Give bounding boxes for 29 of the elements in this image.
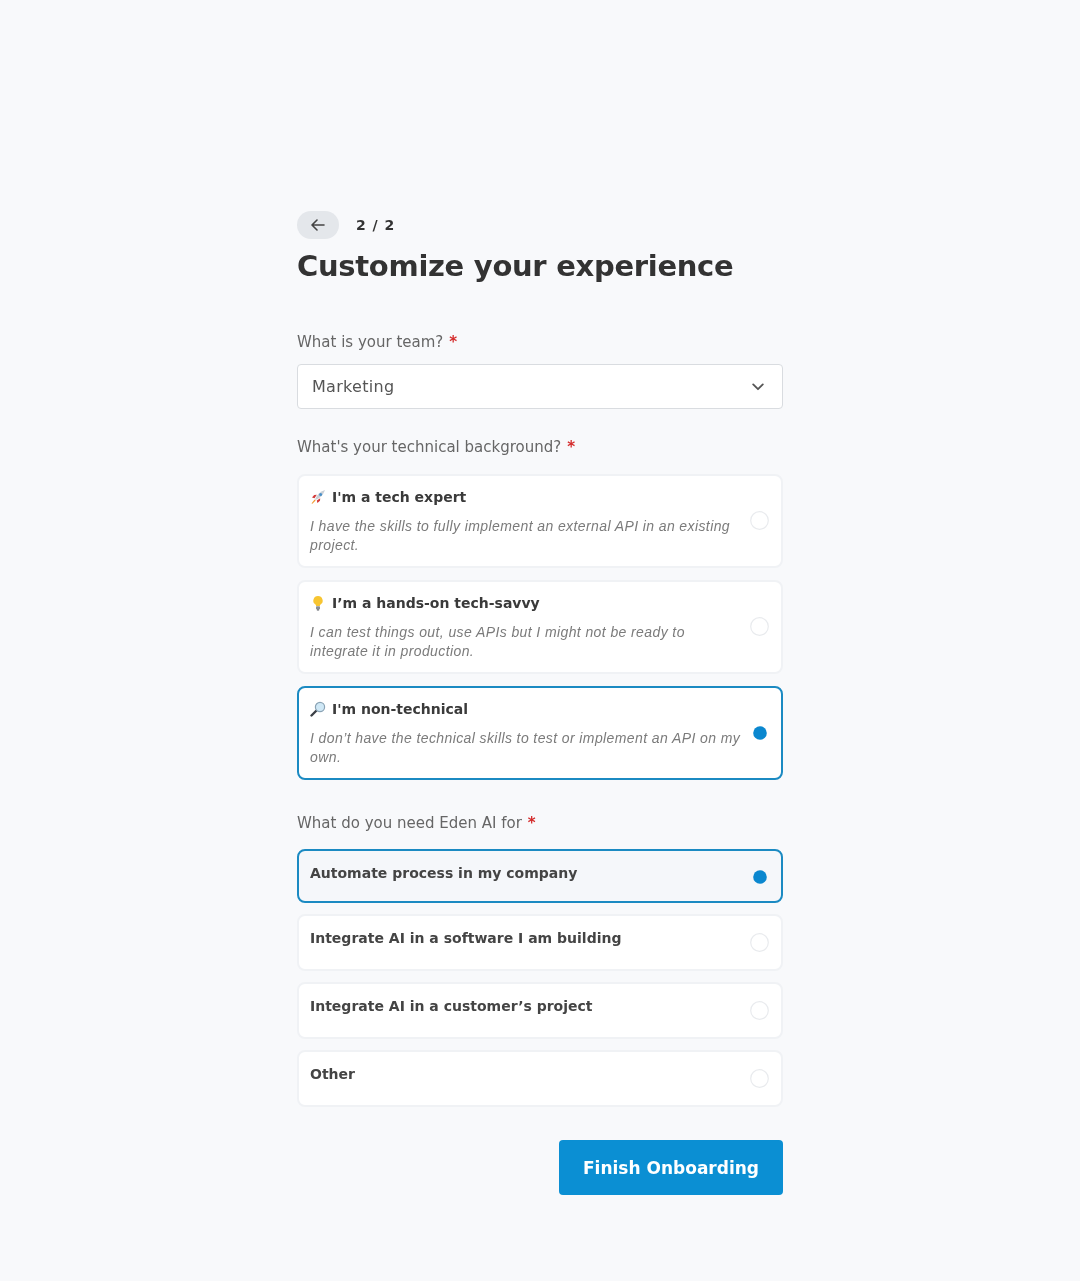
magnifier-icon xyxy=(310,701,326,717)
chevron-down-icon xyxy=(752,382,764,391)
option-description: I have the skills to fully implement an external API in an existing project. xyxy=(310,517,732,555)
page-title: Customize your experience xyxy=(297,248,735,285)
rocket-icon xyxy=(310,489,326,505)
field-label: What is your team? xyxy=(297,332,444,353)
lightbulb-icon xyxy=(310,595,326,611)
option-title: I'm a tech expert xyxy=(332,488,467,507)
option-card[interactable]: I'm non-technical I don’t have the technical skills to test or implement an API on my own. xyxy=(297,686,783,780)
option-card[interactable]: Integrate AI in a customer’s project xyxy=(297,982,783,1039)
option-description: I don’t have the technical skills to test or implement an API on my own. xyxy=(310,729,742,767)
required-mark: * xyxy=(527,813,536,834)
option-title: I'm non-technical xyxy=(332,700,469,719)
step-counter: 2 / 2 xyxy=(356,217,396,233)
option-description: I can test things out, use APIs but I might not be ready to integrate it in production. xyxy=(310,623,686,661)
finish-button[interactable]: Finish Onboarding xyxy=(559,1140,783,1195)
option-card[interactable]: Integrate AI in a software I am building xyxy=(297,914,783,971)
option-card[interactable]: I'm a tech expert I have the skills to fully implement an external API in an existing project. xyxy=(297,474,783,568)
option-card[interactable]: Automate process in my company xyxy=(297,849,783,903)
required-mark: * xyxy=(567,437,576,458)
arrow-left-icon xyxy=(311,219,325,231)
field-label: What do you need Eden AI for xyxy=(297,813,522,834)
back-button[interactable] xyxy=(297,211,339,239)
option-title: I’m a hands-on tech-savvy xyxy=(332,594,540,613)
field-label: What's your technical background? xyxy=(297,437,562,458)
option-card[interactable]: Other xyxy=(297,1050,783,1107)
option-card[interactable]: I’m a hands-on tech-savvy I can test things out, use APIs but I might not be ready to integrate it in production. xyxy=(297,580,783,674)
team-select[interactable]: Marketing xyxy=(297,364,783,409)
required-mark: * xyxy=(449,332,458,353)
